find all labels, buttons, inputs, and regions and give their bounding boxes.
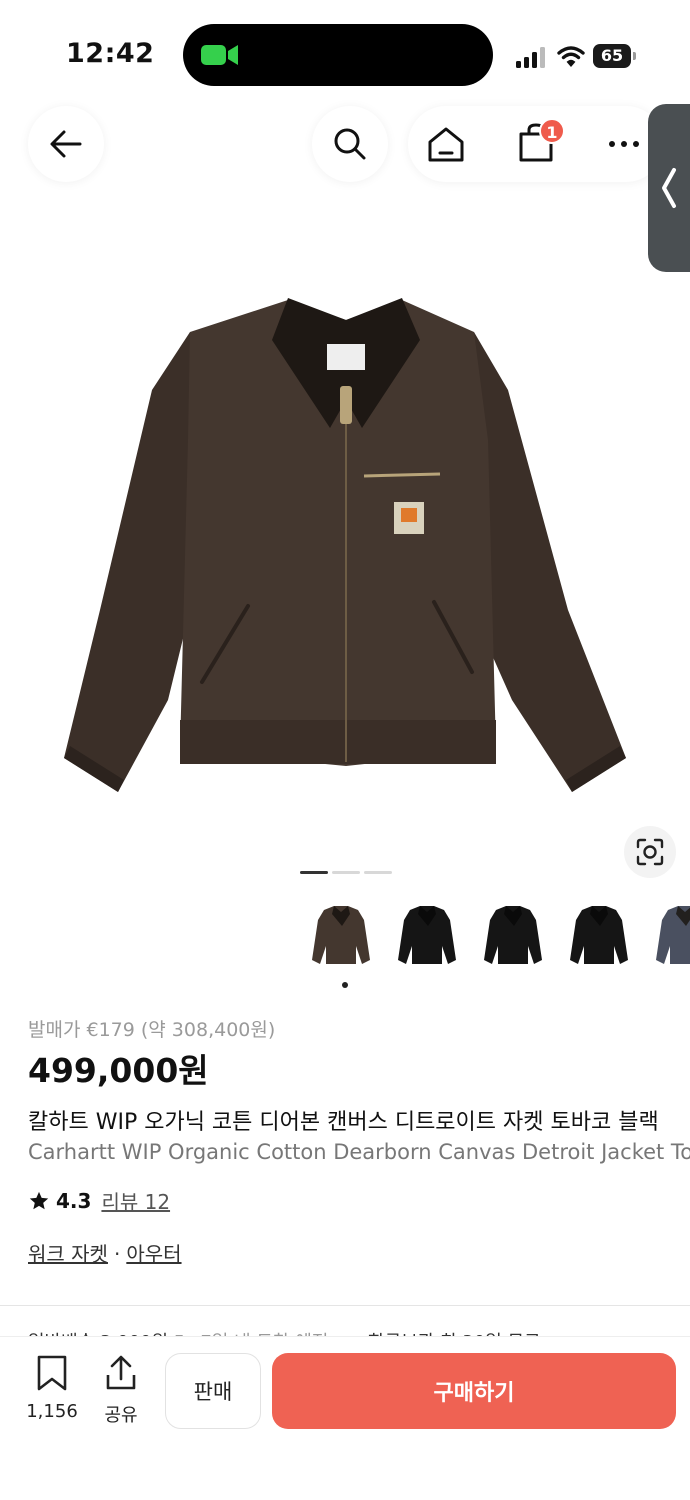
- category-separator: ·: [113, 1242, 121, 1266]
- release-price: 발매가 €179 (약 308,400원): [28, 1019, 276, 1041]
- sell-button[interactable]: 판매: [165, 1353, 261, 1429]
- review-link[interactable]: 리뷰 12: [101, 1186, 170, 1215]
- variant-thumbnail-black[interactable]: [388, 900, 466, 972]
- video-camera-icon: [201, 45, 238, 65]
- bookmark-icon: [37, 1355, 67, 1391]
- home-icon[interactable]: [426, 124, 466, 164]
- carousel-dot: [332, 871, 360, 874]
- variant-thumbnail-black-3[interactable]: [560, 900, 638, 972]
- bottom-action-bar: 1,156 공유 판매 구매하기: [0, 1336, 690, 1500]
- star-icon: [29, 1191, 49, 1209]
- image-search-button[interactable]: [624, 826, 676, 878]
- wifi-icon: [557, 46, 585, 68]
- arrow-left-icon: [50, 130, 82, 158]
- category-link-outer[interactable]: 아우터: [126, 1242, 181, 1266]
- section-divider: [0, 1305, 690, 1306]
- category-link-work-jacket[interactable]: 워크 자켓: [28, 1242, 108, 1266]
- search-icon: [334, 128, 366, 160]
- product-image[interactable]: [40, 280, 650, 810]
- dynamic-island: [183, 24, 493, 86]
- product-title-korean: 칼하트 WIP 오가닉 코튼 디어본 캔버스 디트로이트 자켓 토바코 블랙: [28, 1110, 659, 1135]
- share-button[interactable]: 공유: [96, 1355, 146, 1426]
- cellular-signal-icon: [516, 47, 545, 68]
- product-price: 499,000원: [28, 1051, 209, 1090]
- rating-row: 4.3 리뷰 12: [28, 1186, 170, 1215]
- scan-lens-icon: [636, 838, 664, 866]
- nav-actions-group: 1: [408, 106, 664, 182]
- product-title-english: Carhartt WIP Organic Cotton Dearborn Can…: [28, 1140, 690, 1164]
- battery-tip: [633, 52, 636, 60]
- buy-button[interactable]: 구매하기: [272, 1353, 676, 1429]
- share-label: 공유: [104, 1405, 138, 1426]
- status-bar: 12:42 65: [0, 0, 690, 100]
- battery-level: 65: [593, 44, 631, 68]
- rating-value: 4.3: [56, 1188, 92, 1213]
- carousel-dot: [364, 871, 392, 874]
- side-panel-handle[interactable]: [648, 104, 690, 272]
- battery-indicator: 65: [593, 44, 637, 68]
- carousel-indicator: [300, 871, 392, 875]
- cart-count-badge: 1: [539, 118, 565, 144]
- save-button[interactable]: 1,156: [22, 1355, 82, 1422]
- chevron-left-icon: [662, 168, 676, 208]
- category-links: 워크 자켓 · 아우터: [28, 1238, 182, 1267]
- variant-thumbnail-tobacco[interactable]: [302, 900, 380, 972]
- share-icon: [106, 1355, 136, 1390]
- save-count: 1,156: [26, 1401, 78, 1422]
- color-variant-list: [302, 900, 690, 976]
- search-button[interactable]: [312, 106, 388, 182]
- back-button[interactable]: [28, 106, 104, 182]
- carousel-dot: [300, 871, 328, 874]
- more-icon[interactable]: [604, 132, 644, 156]
- variant-thumbnail-navy[interactable]: [646, 900, 690, 972]
- status-time: 12:42: [66, 38, 155, 69]
- selected-variant-dot: [342, 982, 348, 988]
- variant-thumbnail-black-2[interactable]: [474, 900, 552, 972]
